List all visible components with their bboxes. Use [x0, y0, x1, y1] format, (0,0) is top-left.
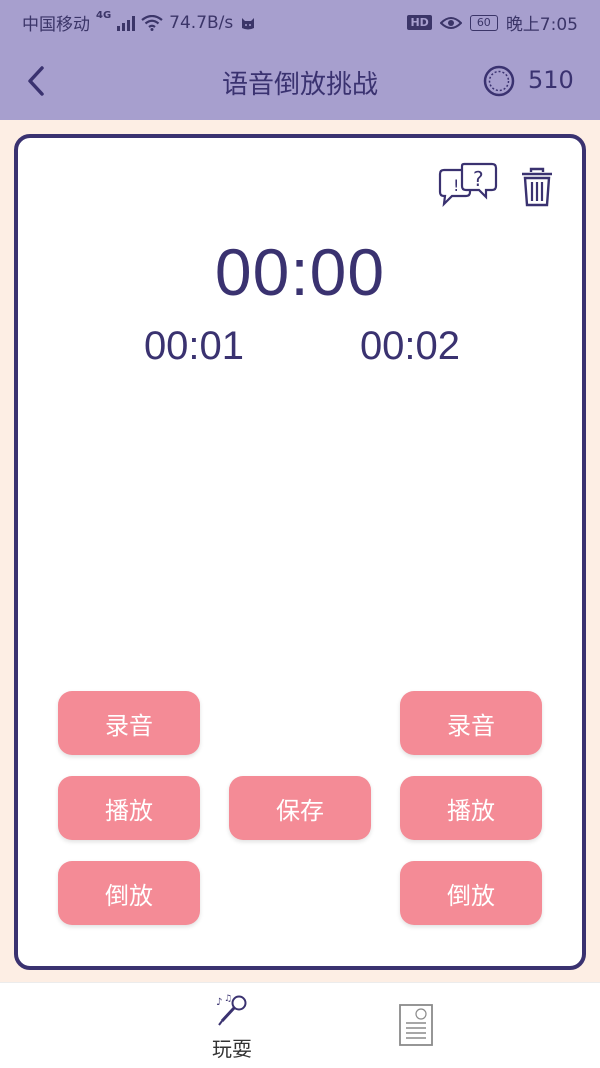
cat-notification-icon [242, 17, 255, 29]
carrier-name: 中国移动 [22, 15, 90, 35]
coin-count: 510 [528, 66, 574, 94]
network-speed: 74.7B/s [169, 12, 234, 33]
challenge-card: ! ? 00:00 00:01 00:02 录音 播放 倒放 保存 录音 播放 … [14, 134, 586, 970]
microphone-icon: ♪ ♫ [216, 994, 247, 1026]
main-timer: 00:00 [214, 235, 386, 309]
help-chat-icon[interactable]: ! ? [436, 162, 500, 212]
right-record-button[interactable]: 录音 [400, 691, 542, 755]
hd-badge: HD [407, 15, 432, 30]
save-button[interactable]: 保存 [229, 776, 371, 840]
left-reverse-button[interactable]: 倒放 [58, 861, 200, 925]
svg-text:!: ! [453, 176, 459, 195]
eye-icon [439, 16, 462, 29]
app-header: 语音倒放挑战 510 [0, 42, 600, 120]
clock: 晚上7:05 [505, 15, 578, 35]
coin-icon [483, 65, 515, 97]
status-left: 中国移动 4G 74.7B/s [22, 10, 257, 35]
status-right: HD 60 晚上7:05 [407, 10, 578, 35]
left-record-button[interactable]: 录音 [58, 691, 200, 755]
wifi-icon [141, 14, 163, 31]
status-bar: 中国移动 4G 74.7B/s HD 60 晚上7:05 [0, 0, 600, 42]
nav-tab-play-label: 玩耍 [212, 1037, 252, 1061]
nav-tab-play[interactable]: ♪ ♫ 玩耍 [196, 989, 268, 1063]
bottom-nav: ♪ ♫ 玩耍 [0, 982, 600, 1068]
network-type: 4G [96, 10, 112, 21]
right-timer: 00:02 [359, 324, 461, 368]
trash-icon[interactable] [520, 166, 554, 208]
svg-text:♪: ♪ [216, 997, 222, 1008]
right-play-button[interactable]: 播放 [400, 776, 542, 840]
svg-text:?: ? [473, 167, 484, 191]
signal-icon [117, 15, 136, 31]
left-play-button[interactable]: 播放 [58, 776, 200, 840]
left-timer: 00:01 [143, 324, 245, 368]
svg-text:♫: ♫ [224, 994, 232, 1004]
battery-indicator: 60 [469, 14, 498, 31]
right-reverse-button[interactable]: 倒放 [400, 861, 542, 925]
document-icon[interactable] [398, 1003, 434, 1047]
